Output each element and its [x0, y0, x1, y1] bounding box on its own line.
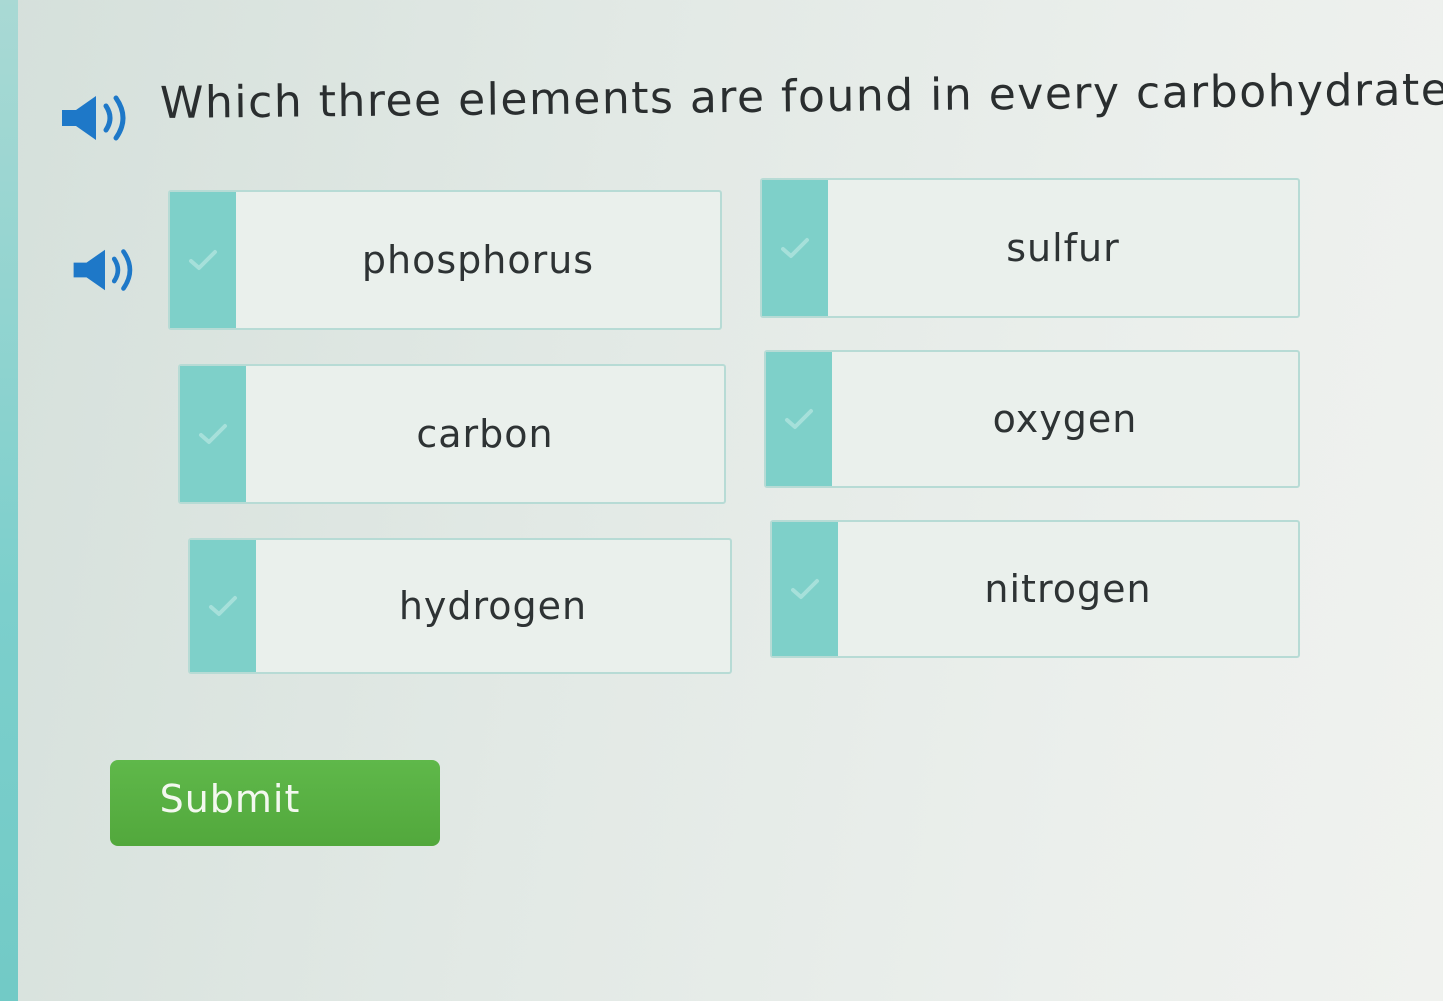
option-checkbox[interactable] — [180, 366, 246, 502]
option-oxygen[interactable]: oxygen — [764, 350, 1300, 488]
speaker-icon — [62, 95, 126, 141]
option-nitrogen[interactable]: nitrogen — [770, 520, 1300, 658]
option-label: oxygen — [992, 397, 1138, 441]
option-label: carbon — [416, 412, 554, 456]
checkmark-icon — [189, 250, 217, 270]
option-sulfur[interactable]: sulfur — [760, 178, 1300, 318]
option-hydrogen[interactable]: hydrogen — [188, 538, 732, 674]
checkmark-icon — [791, 579, 819, 599]
speaker-icon — [73, 249, 133, 291]
option-checkbox[interactable] — [772, 522, 838, 656]
submit-button[interactable]: Submit — [110, 760, 440, 846]
option-label: sulfur — [1006, 226, 1120, 270]
option-label: hydrogen — [398, 584, 588, 628]
option-phosphorus[interactable]: phosphorus — [168, 190, 722, 330]
checkmark-icon — [199, 424, 227, 444]
option-checkbox[interactable] — [766, 352, 832, 486]
question-text: Which three elements are found in every … — [159, 64, 1443, 129]
checkmark-icon — [785, 409, 813, 429]
checkmark-icon — [209, 596, 237, 616]
answers-audio-button[interactable] — [70, 246, 140, 294]
option-label: nitrogen — [984, 567, 1152, 611]
option-checkbox[interactable] — [762, 180, 828, 316]
option-label: phosphorus — [361, 238, 595, 282]
option-carbon[interactable]: carbon — [178, 364, 726, 504]
question-audio-button[interactable] — [60, 92, 132, 144]
left-accent-strip — [0, 0, 18, 1001]
option-checkbox[interactable] — [170, 192, 236, 328]
checkmark-icon — [781, 238, 809, 258]
option-checkbox[interactable] — [190, 540, 256, 672]
